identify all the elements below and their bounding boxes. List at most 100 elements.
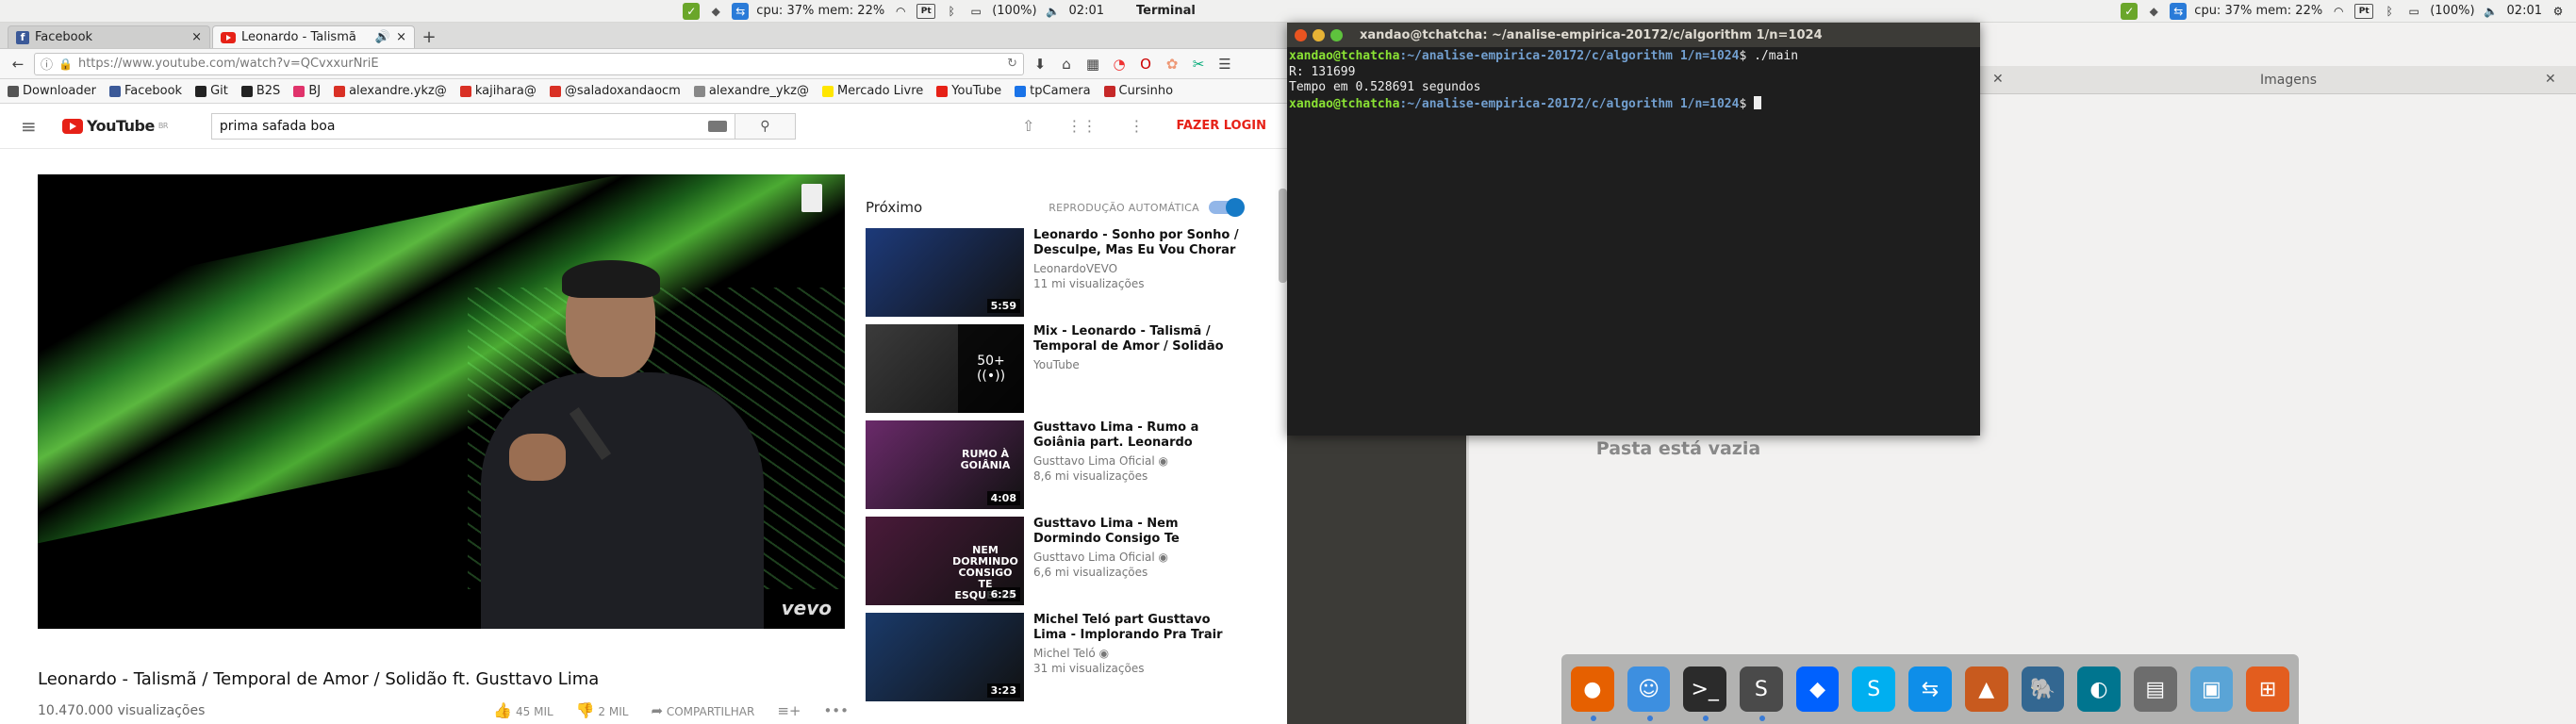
close-icon[interactable]: ✕ bbox=[1992, 72, 2004, 87]
terminal-window[interactable]: xandao@tchatcha: ~/analise-empirica-2017… bbox=[1287, 23, 1980, 436]
like-button[interactable]: 👍 45 MIL bbox=[493, 701, 553, 719]
related-video-title[interactable]: Mix - Leonardo - Talismã / Temporal de A… bbox=[1033, 324, 1243, 354]
speaker-icon[interactable]: 🔊 bbox=[375, 30, 390, 44]
video-thumbnail[interactable]: 5:59 bbox=[866, 228, 1024, 317]
keyboard-layout[interactable]: Pt bbox=[916, 3, 936, 19]
page-scrollbar[interactable] bbox=[1279, 189, 1287, 283]
bookmark-item[interactable]: alexandre.ykz@ bbox=[334, 84, 447, 98]
files-icon[interactable]: ▤ bbox=[2133, 666, 2177, 712]
bookmark-item[interactable]: YouTube bbox=[936, 84, 1001, 98]
keyboard-icon[interactable] bbox=[707, 120, 727, 132]
download-icon[interactable]: ⬇ bbox=[1030, 54, 1050, 74]
volume-icon[interactable]: 🔈 bbox=[2483, 3, 2500, 20]
matlab-icon[interactable]: ▲ bbox=[1964, 666, 2008, 712]
virtualbox-icon[interactable]: ▣ bbox=[2189, 666, 2234, 712]
close-icon[interactable]: × bbox=[396, 30, 406, 44]
bookmark-item[interactable]: BJ bbox=[293, 84, 321, 98]
extension-icon[interactable]: ◔ bbox=[1109, 54, 1130, 74]
bookmark-item[interactable]: alexandre_ykz@ bbox=[693, 84, 809, 98]
dropbox-tray-icon[interactable]: ◆ bbox=[2145, 3, 2162, 20]
teamviewer-tray-icon[interactable]: ⇆ bbox=[732, 2, 750, 20]
new-tab-button[interactable]: + bbox=[417, 25, 441, 48]
bookmark-item[interactable]: Mercado Livre bbox=[821, 84, 923, 98]
video-thumbnail[interactable]: 3:23 bbox=[866, 613, 1024, 701]
hamburger-menu-icon[interactable]: ≡ bbox=[21, 115, 49, 138]
postgresql-icon[interactable]: 🐘 bbox=[2021, 666, 2065, 712]
update-icon[interactable]: ✓ bbox=[683, 2, 701, 20]
search-box[interactable] bbox=[210, 112, 735, 140]
related-video-item[interactable]: 5:59 Leonardo - Sonho por Sonho / Desculp… bbox=[866, 228, 1243, 324]
info-icon[interactable]: ⓘ bbox=[41, 55, 53, 73]
close-icon[interactable]: ✕ bbox=[2545, 72, 2556, 87]
related-video-item[interactable]: NEM DORMINDO CONSIGO TE ESQUECER 6:25 Gust… bbox=[866, 517, 1243, 613]
related-video-item[interactable]: 3:23 Michel Teló part Gusttavo Lima - Imp… bbox=[866, 613, 1243, 709]
extension-icon[interactable]: ✿ bbox=[1162, 54, 1182, 74]
clock[interactable]: 02:01 bbox=[1069, 4, 1104, 18]
gear-icon[interactable]: ⚙ bbox=[2550, 3, 2567, 20]
mysql-workbench-icon[interactable]: ◐ bbox=[2077, 666, 2121, 712]
update-icon[interactable]: ✓ bbox=[2121, 2, 2138, 20]
bluetooth-icon[interactable]: ᛒ bbox=[2381, 3, 2398, 20]
terminal-titlebar[interactable]: xandao@tchatcha: ~/analise-empirica-2017… bbox=[1287, 23, 1980, 47]
screenshot-icon[interactable]: ▦ bbox=[1082, 54, 1103, 74]
related-video-title[interactable]: Gusttavo Lima - Nem Dormindo Consigo Te … bbox=[1033, 517, 1243, 547]
youtube-logo[interactable]: YouTube BR bbox=[62, 117, 168, 135]
dropbox-tray-icon[interactable]: ◆ bbox=[707, 3, 724, 20]
video-thumbnail[interactable]: 50+ ((•)) bbox=[866, 324, 1024, 413]
bookmark-item[interactable]: Cursinho bbox=[1103, 84, 1173, 98]
related-video-title[interactable]: Gusttavo Lima - Rumo a Goiânia part. Leo… bbox=[1033, 420, 1243, 451]
extension-icon[interactable]: ✂ bbox=[1188, 54, 1209, 74]
apple-menu-icon[interactable] bbox=[1112, 3, 1129, 20]
teamviewer-tray-icon[interactable]: ⇆ bbox=[2170, 2, 2188, 20]
tab-youtube[interactable]: Leonardo - Talismã 🔊 × bbox=[212, 25, 415, 48]
minimize-window-button[interactable] bbox=[1313, 28, 1325, 41]
bluetooth-icon[interactable]: ᛒ bbox=[943, 3, 960, 20]
more-actions-icon[interactable]: ••• bbox=[823, 702, 849, 719]
upload-icon[interactable]: ⇧ bbox=[1022, 117, 1034, 135]
finder-icon[interactable]: ☺ bbox=[1627, 666, 1671, 721]
video-thumbnail[interactable]: RUMO À GOIÂNIA 4:08 bbox=[866, 420, 1024, 509]
battery-icon[interactable]: ▭ bbox=[967, 3, 984, 20]
menu-icon[interactable]: ☰ bbox=[1214, 54, 1235, 74]
system-monitor[interactable]: cpu: 37% mem: 22% bbox=[2194, 4, 2322, 18]
battery-icon[interactable]: ▭ bbox=[2405, 3, 2422, 20]
reload-icon[interactable]: ↻ bbox=[1007, 57, 1017, 71]
system-monitor[interactable]: cpu: 37% mem: 22% bbox=[756, 4, 884, 18]
search-button[interactable]: ⚲ bbox=[735, 112, 796, 140]
more-icon[interactable]: ⋮ bbox=[1129, 117, 1144, 135]
bookmark-item[interactable]: Downloader bbox=[8, 84, 96, 98]
keyboard-layout[interactable]: Pt bbox=[2354, 3, 2374, 19]
wifi-icon[interactable]: ◠ bbox=[892, 3, 909, 20]
firefox-icon[interactable]: ● bbox=[1571, 666, 1614, 721]
close-window-button[interactable] bbox=[1295, 28, 1307, 41]
add-to-playlist-icon[interactable]: ≡+ bbox=[777, 702, 801, 719]
video-thumbnail[interactable]: NEM DORMINDO CONSIGO TE ESQUECER 6:25 bbox=[866, 517, 1024, 605]
bookmark-item[interactable]: kajihara@ bbox=[459, 84, 537, 98]
autoplay-toggle[interactable] bbox=[1209, 198, 1245, 217]
close-icon[interactable]: × bbox=[191, 30, 202, 44]
dropbox-icon[interactable]: ◆ bbox=[1795, 666, 1840, 712]
opera-icon[interactable]: O bbox=[1135, 54, 1156, 74]
terminal-output[interactable]: xandao@tchatcha:~/analise-empirica-20172… bbox=[1287, 47, 1980, 114]
bookmark-item[interactable]: Facebook bbox=[108, 84, 182, 98]
url-input[interactable] bbox=[77, 57, 1002, 71]
sublime-text-icon[interactable]: S bbox=[1740, 666, 1783, 721]
address-bar[interactable]: ⓘ 🔒 ↻ bbox=[34, 52, 1024, 75]
volume-icon[interactable]: 🔈 bbox=[1045, 3, 1062, 20]
tab-images[interactable]: Imagens bbox=[2260, 73, 2317, 88]
search-input[interactable] bbox=[211, 113, 708, 139]
terminal-icon[interactable]: >_ bbox=[1683, 666, 1727, 721]
clock[interactable]: 02:01 bbox=[2507, 4, 2542, 18]
teamviewer-icon[interactable]: ⇆ bbox=[1908, 666, 1952, 712]
maximize-window-button[interactable] bbox=[1330, 28, 1343, 41]
back-icon[interactable]: ← bbox=[8, 54, 28, 74]
apps-icon[interactable]: ⋮⋮ bbox=[1066, 117, 1097, 135]
network-tool-icon[interactable]: ⊞ bbox=[2246, 666, 2289, 712]
related-video-title[interactable]: Michel Teló part Gusttavo Lima - Implora… bbox=[1033, 613, 1243, 643]
video-player[interactable]: vevo bbox=[38, 174, 845, 629]
bookmark-item[interactable]: Git bbox=[195, 84, 228, 98]
wifi-icon[interactable]: ◠ bbox=[2330, 3, 2347, 20]
bookmark-item[interactable]: tpCamera bbox=[1015, 84, 1091, 98]
home-icon[interactable]: ⌂ bbox=[1056, 54, 1077, 74]
dislike-button[interactable]: 👎 2 MIL bbox=[576, 701, 629, 719]
